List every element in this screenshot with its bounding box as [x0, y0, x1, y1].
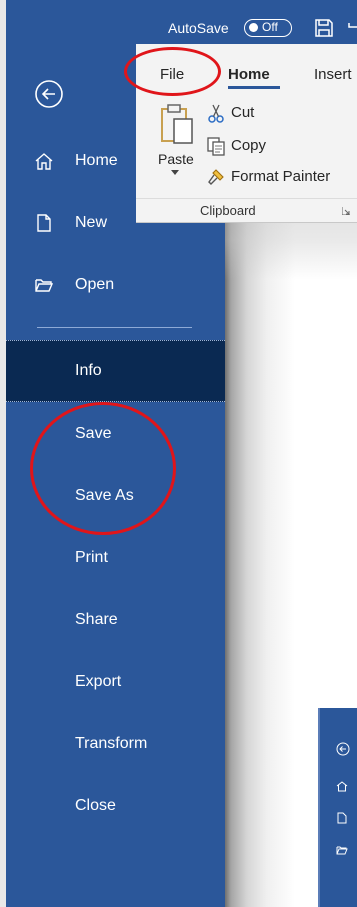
paste-label[interactable]: Paste: [158, 151, 194, 167]
paintbrush-icon: [208, 169, 224, 185]
cut-label: Cut: [231, 104, 255, 121]
sidebar-item-label: Info: [75, 362, 102, 379]
sidebar-divider: [37, 327, 192, 328]
scissors-icon: [208, 104, 224, 123]
sidebar-item-save-as[interactable]: Save As: [6, 473, 225, 519]
format-painter-button[interactable]: Format Painter: [206, 167, 356, 189]
toggle-knob: [249, 23, 258, 32]
sidebar-item-info[interactable]: Info: [6, 340, 225, 402]
sidebar-item-save[interactable]: Save: [6, 411, 225, 457]
copy-button[interactable]: Copy: [206, 136, 276, 158]
home-icon: [336, 781, 348, 792]
new-document-icon: [337, 812, 347, 824]
sidebar-item-open[interactable]: Open: [6, 262, 225, 308]
back-arrow-icon[interactable]: [33, 78, 65, 110]
chevron-down-icon[interactable]: [171, 170, 179, 176]
sidebar-item-transform[interactable]: Transform: [6, 721, 225, 767]
sidebar-item-label: Save As: [75, 487, 134, 504]
sidebar-item-label: Share: [75, 611, 118, 628]
open-folder-icon: [35, 279, 54, 292]
autosave-toggle[interactable]: Off: [244, 19, 292, 37]
active-tab-indicator: [228, 86, 280, 89]
home-icon: [35, 153, 53, 170]
tab-home[interactable]: Home: [228, 66, 270, 83]
sidebar-item-export[interactable]: Export: [6, 659, 225, 705]
thumbnail-edge: [318, 708, 320, 907]
sidebar-item-label: Export: [75, 673, 122, 690]
sidebar-item-label: New: [75, 214, 108, 231]
ribbon-group-separator: [136, 198, 357, 199]
tab-file[interactable]: File: [160, 66, 184, 83]
autosave-label: AutoSave: [168, 20, 229, 36]
format-painter-label: Format Painter: [231, 168, 331, 185]
sidebar-item-label: Close: [75, 797, 116, 814]
sidebar-item-print[interactable]: Print: [6, 535, 225, 581]
back-arrow-icon: [336, 742, 350, 756]
sidebar-item-close[interactable]: Close: [6, 783, 225, 829]
new-document-icon: [37, 214, 51, 232]
backstage-thumbnail: [318, 708, 357, 907]
paste-clipboard-icon[interactable]: [158, 103, 198, 147]
undo-icon[interactable]: [345, 17, 357, 39]
sidebar-item-label: Home: [75, 152, 118, 169]
dialog-launcher-icon[interactable]: [342, 207, 350, 215]
sidebar-item-label: Save: [75, 425, 112, 442]
open-folder-icon: [336, 846, 348, 855]
clipboard-group-label: Clipboard: [200, 203, 256, 218]
save-icon[interactable]: [313, 17, 335, 39]
sidebar-item-label: Transform: [75, 735, 148, 752]
autosave-state: Off: [262, 20, 278, 34]
cut-button[interactable]: Cut: [206, 103, 276, 125]
word-backstage-screenshot: Home New Open Info Save Save As Print Sh…: [0, 0, 357, 907]
sidebar-item-share[interactable]: Share: [6, 597, 225, 643]
sidebar-item-label: Open: [75, 276, 115, 293]
copy-icon: [207, 137, 225, 156]
copy-label: Copy: [231, 137, 267, 154]
sidebar-item-label: Print: [75, 549, 108, 566]
tab-insert[interactable]: Insert: [314, 66, 352, 83]
